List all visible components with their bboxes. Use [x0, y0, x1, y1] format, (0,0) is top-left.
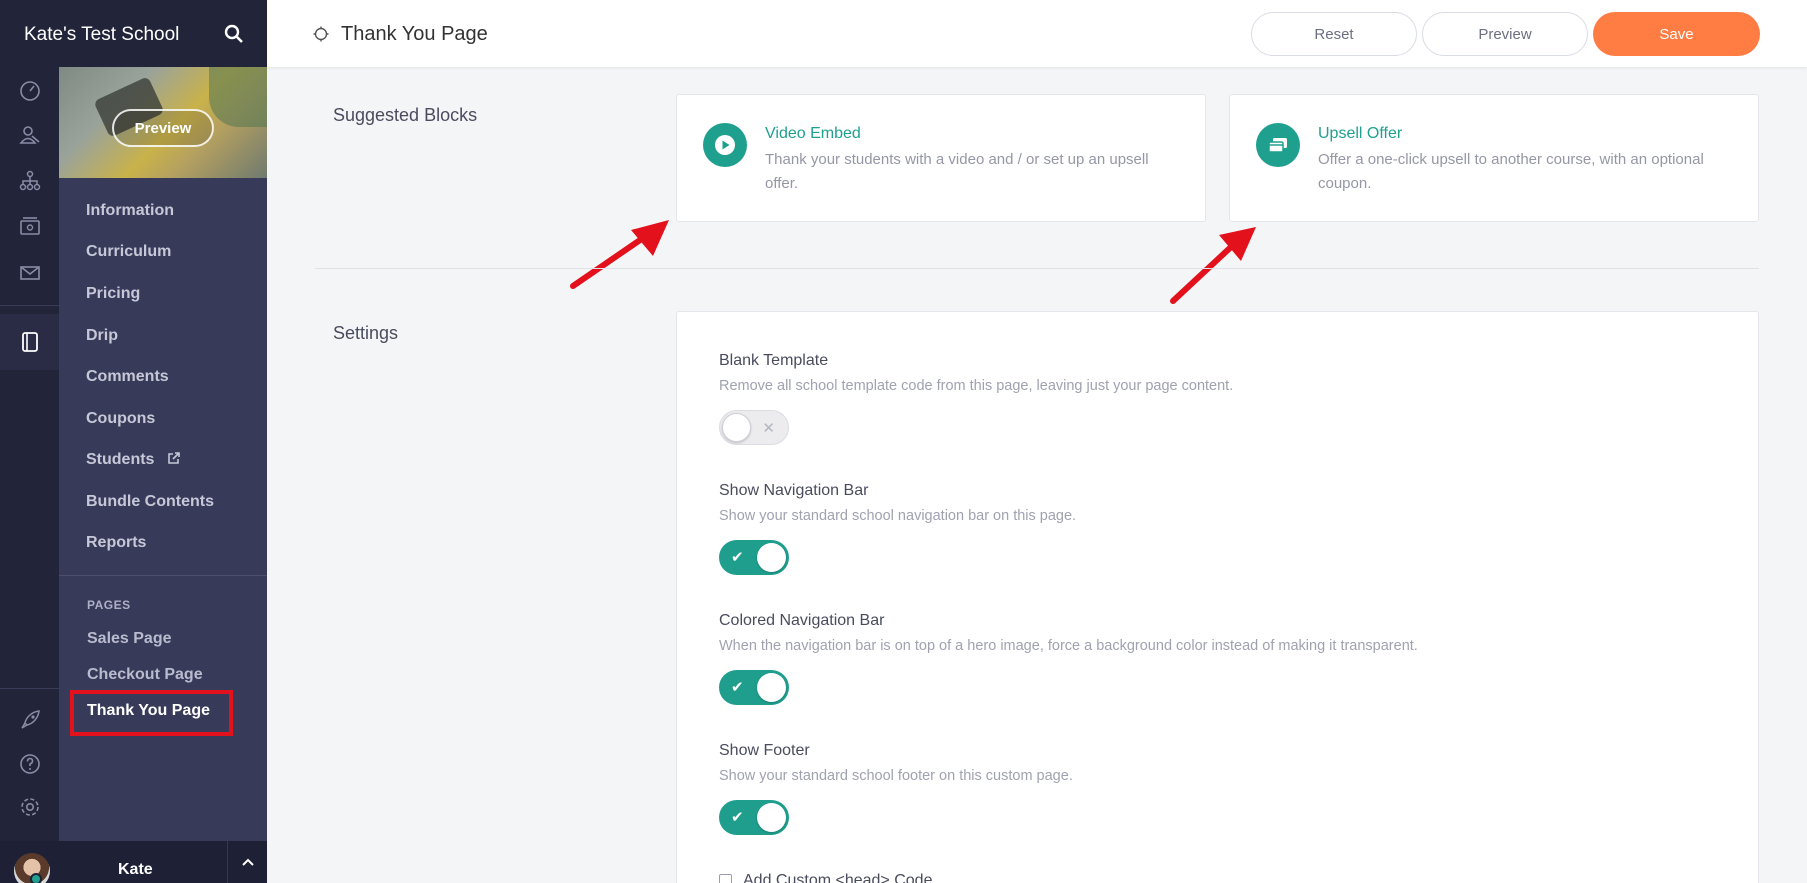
setting-title: Colored Navigation Bar: [719, 612, 885, 629]
annotation-arrow: [570, 220, 669, 289]
target-icon: [313, 26, 329, 47]
toggle-knob: [757, 543, 786, 572]
check-icon: ✔: [731, 809, 744, 826]
block-description: Offer a one-click upsell to another cour…: [1318, 151, 1704, 192]
user-name: Kate: [118, 861, 153, 878]
course-sidebar: Preview Information Curriculum Pricing D…: [59, 67, 267, 883]
settings-gear-icon[interactable]: [18, 795, 42, 819]
toggle-knob: [722, 413, 751, 442]
sitemap-icon[interactable]: [18, 169, 42, 193]
sidebar-item-students[interactable]: Students: [86, 451, 181, 470]
course-preview-button[interactable]: Preview: [112, 109, 214, 147]
sidebar-item-information[interactable]: Information: [86, 202, 174, 220]
section-divider: [315, 268, 1759, 269]
sidebar-item-reports[interactable]: Reports: [86, 534, 146, 552]
setting-description: When the navigation bar is on top of a h…: [719, 638, 1418, 654]
play-icon: [703, 123, 747, 167]
rail-divider: [0, 305, 59, 306]
preview-button[interactable]: Preview: [1422, 12, 1588, 56]
setting-description: Show your standard school navigation bar…: [719, 508, 1077, 524]
setting-title: Show Navigation Bar: [719, 482, 869, 499]
setting-title: Show Footer: [719, 742, 810, 759]
user-strip[interactable]: Kate: [0, 841, 267, 883]
suggested-blocks-heading: Suggested Blocks: [333, 105, 478, 125]
annotation-arrow: [1170, 227, 1256, 304]
custom-head-checkbox[interactable]: [719, 874, 732, 883]
external-link-icon: [167, 451, 181, 470]
sidebar-item-coupons[interactable]: Coupons: [86, 410, 155, 428]
custom-head-label: Add Custom <head> Code: [743, 872, 933, 883]
block-title: Upsell Offer: [1318, 125, 1403, 142]
toggle-knob: [757, 803, 786, 832]
status-dot: [30, 873, 42, 883]
reset-button[interactable]: Reset: [1251, 12, 1417, 56]
x-icon: ✕: [762, 420, 775, 437]
sidebar-item-drip[interactable]: Drip: [86, 327, 118, 345]
icon-rail: [0, 0, 59, 883]
show-footer-toggle[interactable]: ✔: [719, 800, 789, 835]
school-header: Kate's Test School: [0, 0, 267, 67]
blank-template-toggle[interactable]: ✕: [719, 410, 789, 445]
chevron-up-icon[interactable]: [227, 841, 267, 883]
save-button[interactable]: Save: [1593, 12, 1760, 56]
setting-title: Blank Template: [719, 352, 829, 369]
annotation-highlight-box: [70, 690, 233, 736]
upsell-offer-block[interactable]: Upsell Offer Offer a one-click upsell to…: [1229, 94, 1759, 222]
sidebar-item-label: Students: [86, 451, 155, 468]
course-thumbnail: Preview: [59, 67, 267, 178]
users-icon[interactable]: [18, 123, 42, 147]
video-embed-block[interactable]: Video Embed Thank your students with a v…: [676, 94, 1206, 222]
mail-icon[interactable]: [18, 261, 42, 285]
sidebar-item-comments[interactable]: Comments: [86, 368, 169, 386]
check-icon: ✔: [731, 679, 744, 696]
show-navigation-bar-toggle[interactable]: ✔: [719, 540, 789, 575]
colored-navigation-bar-toggle[interactable]: ✔: [719, 670, 789, 705]
help-icon[interactable]: [18, 752, 42, 776]
setting-description: Remove all school template code from thi…: [719, 378, 1234, 394]
block-description: Thank your students with a video and / o…: [765, 151, 1149, 192]
plant-image-shape: [209, 67, 267, 127]
settings-card: Blank Template Remove all school templat…: [676, 311, 1759, 883]
rail-divider: [0, 688, 59, 689]
block-title: Video Embed: [765, 125, 861, 142]
toggle-knob: [757, 673, 786, 702]
school-name[interactable]: Kate's Test School: [24, 24, 179, 46]
cards-icon: [1256, 123, 1300, 167]
sidebar-item-curriculum[interactable]: Curriculum: [86, 243, 171, 261]
page-item-checkout[interactable]: Checkout Page: [87, 666, 203, 684]
sidebar-divider: [59, 575, 267, 576]
book-icon[interactable]: [18, 330, 42, 354]
page-title: Thank You Page: [341, 23, 488, 45]
settings-heading: Settings: [333, 323, 399, 343]
check-icon: ✔: [731, 549, 744, 566]
rocket-icon[interactable]: [18, 708, 42, 732]
page-item-sales[interactable]: Sales Page: [87, 630, 172, 648]
sidebar-item-pricing[interactable]: Pricing: [86, 285, 140, 303]
sidebar-item-bundle-contents[interactable]: Bundle Contents: [86, 493, 214, 511]
top-bar: Thank You Page Reset Preview Save: [267, 0, 1807, 67]
dashboard-icon[interactable]: [18, 78, 42, 102]
pages-heading: PAGES: [87, 598, 131, 612]
search-icon[interactable]: [224, 24, 244, 49]
sales-icon[interactable]: [18, 214, 42, 238]
setting-description: Show your standard school footer on this…: [719, 768, 1073, 784]
